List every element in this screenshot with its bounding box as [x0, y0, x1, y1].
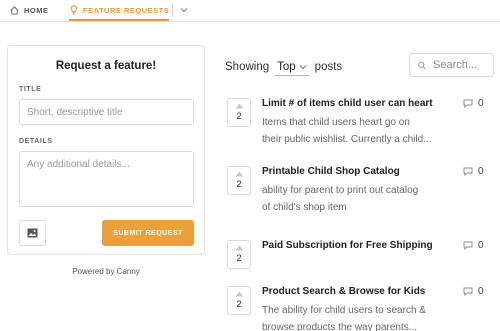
post-description-line: their public wishlist. Currently a child…: [262, 134, 432, 145]
comment-icon: [463, 241, 473, 250]
comment-count-value: 0: [478, 286, 484, 297]
home-icon: [10, 5, 19, 15]
upvote-arrow-icon: [235, 103, 243, 109]
comment-count: 0: [463, 286, 484, 297]
request-feature-card: Request a feature! TITLE DETAILS SUBMIT …: [7, 45, 205, 255]
request-form-heading: Request a feature!: [55, 60, 157, 72]
search-input[interactable]: [433, 59, 493, 71]
post-description-line: of child's shop item: [262, 202, 347, 213]
sort-dropdown[interactable]: Top: [274, 58, 310, 76]
comment-count-value: 0: [478, 98, 484, 109]
sort-selected-value: Top: [277, 60, 296, 73]
comment-count: 0: [463, 166, 484, 177]
posts-label: posts: [314, 61, 343, 73]
image-icon: [27, 228, 38, 238]
nav-more-dropdown[interactable]: [180, 4, 190, 16]
post-description-line: The ability for child users to search &: [262, 305, 426, 316]
attach-image-button[interactable]: [19, 220, 46, 246]
vote-count: 2: [236, 111, 242, 122]
nav-home-label: HOME: [24, 5, 49, 15]
comment-icon: [463, 287, 473, 296]
post-description-line: Items that child users heart go on: [262, 117, 410, 128]
nav-feature-requests-link[interactable]: FEATURE REQUESTS: [70, 4, 169, 16]
nav-feature-requests-label: FEATURE REQUESTS: [83, 5, 170, 15]
showing-label: Showing: [225, 61, 270, 73]
post-description: The ability for child users to search & …: [262, 302, 458, 331]
upvote-button[interactable]: 2: [227, 166, 251, 195]
comment-count: 0: [463, 98, 484, 109]
post-title[interactable]: Limit # of items child user can heart: [262, 98, 433, 109]
lightbulb-icon: [70, 5, 78, 15]
nav-home-link[interactable]: HOME: [10, 4, 49, 16]
vote-count: 2: [236, 179, 242, 190]
post-description-line: ability for parent to print out catalog: [262, 185, 419, 196]
submit-request-button[interactable]: SUBMIT REQUEST: [102, 220, 194, 246]
post-title[interactable]: Paid Subscription for Free Shipping: [262, 240, 433, 251]
comment-count: 0: [463, 240, 484, 251]
active-tab-indicator: [69, 19, 169, 21]
comment-count-value: 0: [478, 166, 484, 177]
vote-count: 2: [236, 299, 242, 310]
comment-icon: [463, 99, 473, 108]
post-description-line: browse products the way parents...: [262, 322, 418, 331]
details-label: DETAILS: [19, 138, 53, 145]
upvote-arrow-icon: [235, 291, 243, 297]
title-input[interactable]: [19, 99, 194, 125]
vote-count: 2: [236, 253, 242, 264]
search-box[interactable]: [409, 53, 494, 77]
upvote-button[interactable]: 2: [227, 286, 251, 315]
details-textarea[interactable]: [19, 151, 194, 207]
powered-by-canny-link[interactable]: Powered by Canny: [7, 267, 205, 276]
upvote-arrow-icon: [235, 245, 243, 251]
search-icon: [418, 61, 426, 69]
nav-divider: [172, 4, 173, 16]
post-title[interactable]: Product Search & Browse for Kids: [262, 286, 425, 297]
comment-icon: [463, 167, 473, 176]
upvote-button[interactable]: 2: [227, 240, 251, 269]
sort-bar: Showing Top posts: [225, 58, 342, 76]
top-nav: HOME FEATURE REQUESTS: [0, 0, 500, 22]
post-description: ability for parent to print out catalog …: [262, 182, 458, 216]
post-description: Items that child users heart go on their…: [262, 114, 458, 148]
upvote-arrow-icon: [235, 171, 243, 177]
title-label: TITLE: [19, 86, 42, 93]
post-title[interactable]: Printable Child Shop Catalog: [262, 166, 400, 177]
chevron-down-icon: [180, 8, 188, 13]
comment-count-value: 0: [478, 240, 484, 251]
chevron-down-icon: [299, 64, 307, 69]
upvote-button[interactable]: 2: [227, 98, 251, 127]
